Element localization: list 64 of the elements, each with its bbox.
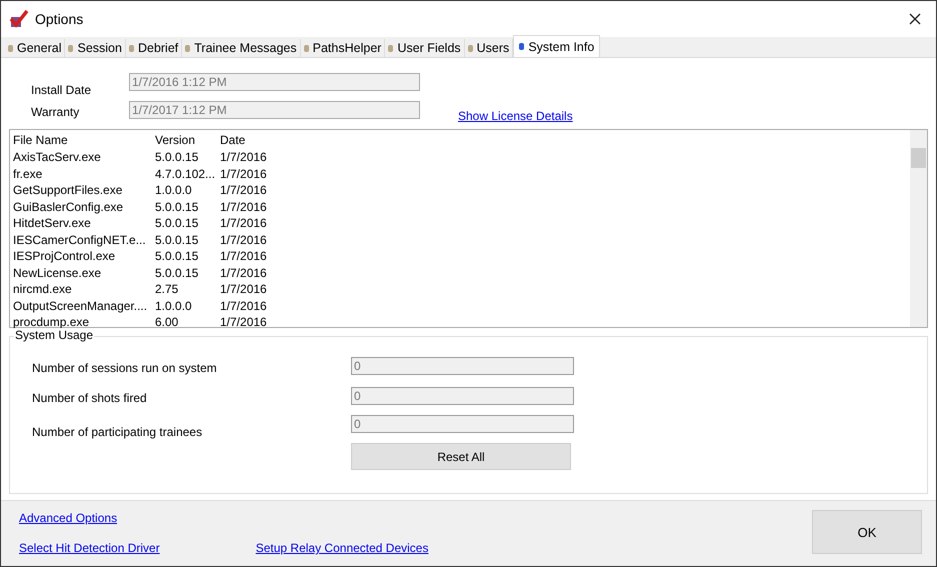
checkmark-icon	[9, 9, 29, 29]
table-cell-text: procdump.exe	[13, 315, 90, 330]
table-cell-text: 1/7/2016	[220, 200, 268, 214]
table-cell-text: IESCamerConfigNET.e...	[13, 232, 147, 247]
table-cell-text: 1/7/2016	[220, 266, 268, 280]
table-cell-text: 1/7/2016	[220, 166, 268, 181]
table-cell-text: 2.75	[155, 282, 180, 296]
table-cell-text: 5.0.0.15	[155, 216, 200, 230]
table-cell-text: AxisTacServ.exe	[13, 150, 102, 164]
table-cell-text: 5.0.0.15	[155, 150, 200, 164]
window-title: Options	[35, 11, 84, 27]
table-cell-text: 1.0.0.0	[155, 183, 193, 198]
tab[interactable]: PathsHelper	[300, 39, 386, 57]
advanced-options-link[interactable]: Advanced Options	[19, 511, 428, 525]
table-cell-text: HitdetServ.exe	[13, 216, 92, 230]
table-cell-text: 1/7/2016	[220, 232, 268, 247]
field-label: Number of sessions run on system	[32, 361, 218, 375]
table-cell-text: 1/7/2016	[220, 183, 268, 198]
table-cell-text: 1.0.0.0	[155, 298, 193, 313]
license-link[interactable]: Show License Details	[458, 109, 573, 123]
tab[interactable]: Trainee Messages	[182, 39, 301, 57]
group-title: System Usage	[14, 328, 94, 342]
tab[interactable]: Session	[65, 39, 126, 57]
count-field[interactable]: 0	[351, 387, 574, 405]
scroll-bar[interactable]	[910, 130, 927, 327]
table-cell-text: nircmd.exe	[13, 282, 73, 296]
table-cell-text: NewLicense.exe	[13, 266, 102, 280]
date-field[interactable]: 1/7/2017 1:12 PM	[129, 101, 420, 119]
table-cell-text: 1/7/2016	[220, 315, 268, 330]
table-cell-text: 6.00	[155, 315, 180, 330]
table-cell-text: GetSupportFiles.exe	[13, 183, 124, 198]
table-cell-text: 5.0.0.15	[155, 200, 200, 214]
relay-devices-link[interactable]: Setup Relay Connected Devices	[256, 541, 428, 555]
hit-detection-link[interactable]: Select Hit Detection Driver	[19, 541, 160, 555]
table-cell-text: 5.0.0.15	[155, 266, 200, 280]
table-cell-text: 1/7/2016	[220, 298, 268, 313]
field-label: Number of shots fired	[32, 391, 148, 405]
close-icon[interactable]	[909, 13, 921, 25]
table-cell-text: fr.exe	[13, 166, 44, 181]
table-cell-text: 1/7/2016	[220, 150, 268, 164]
date-field[interactable]: 1/7/2016 1:12 PM	[129, 73, 420, 91]
count-field[interactable]: 0	[351, 357, 574, 375]
column-header[interactable]: Version	[155, 132, 220, 146]
ok-button[interactable]: OK	[812, 510, 922, 554]
tab[interactable]: User Fields	[385, 39, 465, 57]
table-cell-text: 4.7.0.102...	[155, 166, 216, 181]
table-cell-text: 5.0.0.15	[155, 232, 200, 247]
field-label: Install Date	[31, 83, 92, 97]
tab[interactable]: General	[5, 39, 66, 57]
column-header[interactable]: Date	[220, 132, 300, 146]
column-header[interactable]: File Name	[13, 132, 155, 146]
table-cell-text: 1/7/2016	[220, 282, 268, 296]
count-field[interactable]: 0	[351, 415, 574, 433]
table-cell-text: 1/7/2016	[220, 249, 268, 264]
table-cell-text: OutputScreenManager....	[13, 298, 148, 313]
tab[interactable]: System Info	[513, 35, 600, 57]
reset-all-button[interactable]: Reset All	[351, 443, 571, 470]
tab[interactable]: Users	[464, 39, 514, 57]
table-cell-text: 5.0.0.15	[155, 249, 200, 264]
field-label: Number of participating trainees	[32, 425, 204, 439]
table-cell-text: 1/7/2016	[220, 216, 268, 230]
table-cell-text: GuiBaslerConfig.exe	[13, 200, 124, 214]
table-cell-text: IESProjControl.exe	[13, 249, 116, 264]
field-label: Warranty	[31, 105, 80, 119]
